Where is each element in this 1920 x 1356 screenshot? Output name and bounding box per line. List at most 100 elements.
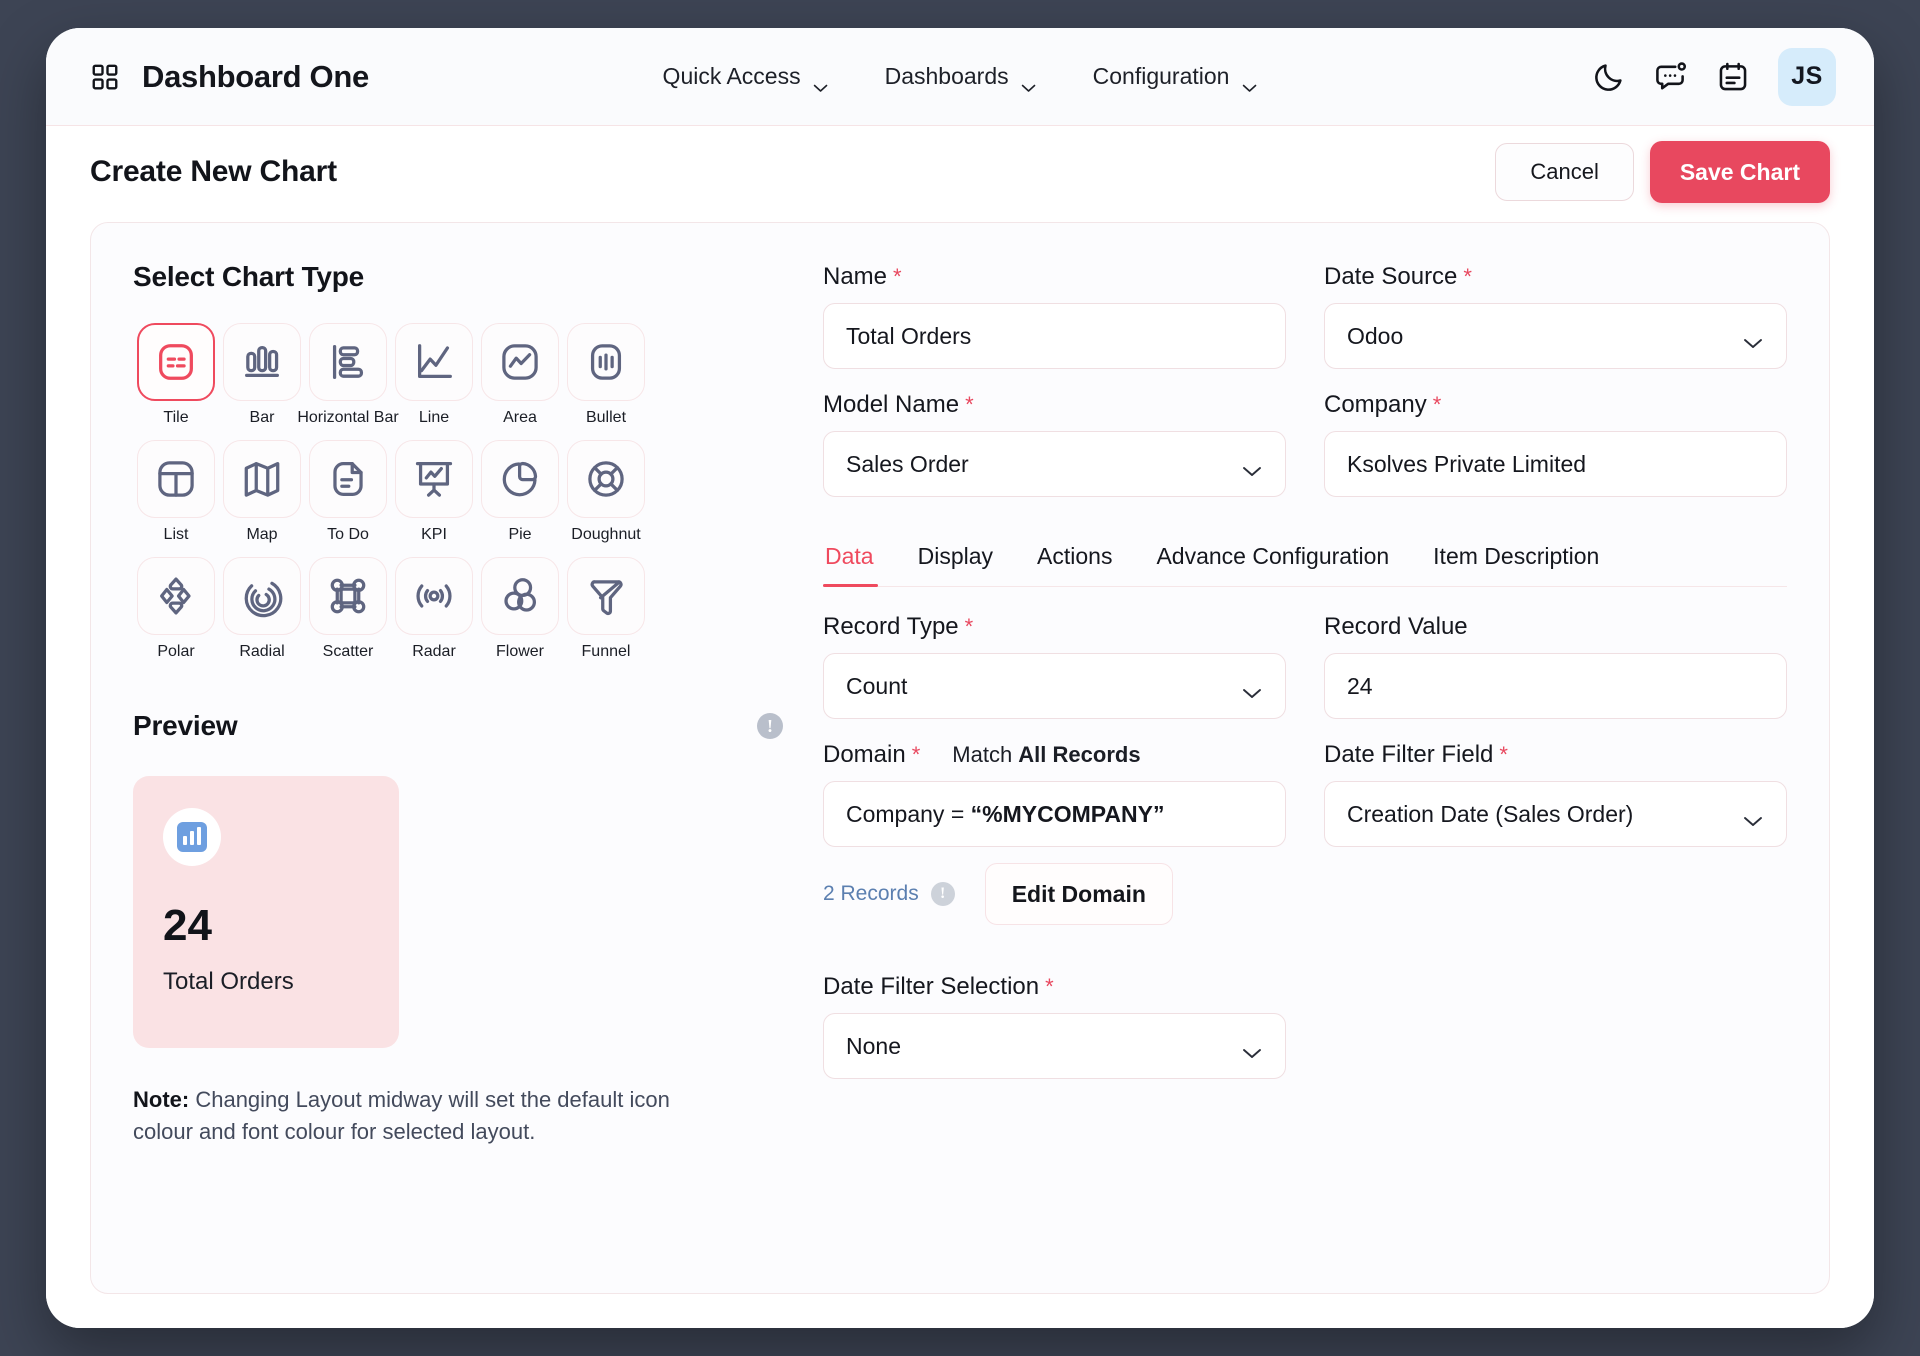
chevron-down-icon <box>1241 679 1263 693</box>
required-marker: * <box>912 742 921 768</box>
date-filter-field-select[interactable]: Creation Date (Sales Order) <box>1324 781 1787 847</box>
page-header: Create New Chart Cancel Save Chart <box>46 126 1874 218</box>
chart-type-label: Polar <box>157 644 194 660</box>
domain-value: Company = “%MYCOMPANY” <box>846 801 1263 828</box>
records-count-link[interactable]: 2 Records <box>823 882 919 906</box>
note-text: Changing Layout midway will set the defa… <box>133 1087 670 1144</box>
config-tabs: Data Display Actions Advance Configurati… <box>823 533 1787 587</box>
chart-type-doughnut[interactable]: Doughnut <box>563 440 649 543</box>
field-record-value-label: Record Value <box>1324 613 1787 641</box>
label-text: Date Filter Field <box>1324 741 1493 769</box>
menu-quick-access-label: Quick Access <box>663 63 801 90</box>
chart-type-area[interactable]: Area <box>477 323 563 426</box>
chart-type-list[interactable]: List <box>133 440 219 543</box>
field-name: Name * Total Orders <box>823 263 1286 369</box>
field-domain-label: Domain * Match All Records <box>823 741 1286 769</box>
menu-quick-access[interactable]: Quick Access <box>663 63 829 90</box>
radar-chart-icon <box>411 573 457 619</box>
model-name-select[interactable]: Sales Order <box>823 431 1286 497</box>
preview-value: 24 <box>163 904 369 948</box>
list-layout-icon-box <box>137 440 215 518</box>
record-type-select[interactable]: Count <box>823 653 1286 719</box>
chart-type-flower[interactable]: Flower <box>477 557 563 660</box>
save-chart-button[interactable]: Save Chart <box>1650 141 1830 203</box>
form-row-1: Name * Total Orders Date Source * Odoo <box>823 263 1787 391</box>
preview-icon-circle <box>163 808 221 866</box>
chart-type-bullet[interactable]: Bullet <box>563 323 649 426</box>
chart-type-horizontal-bar[interactable]: Horizontal Bar <box>305 323 391 426</box>
grid-apps-icon[interactable] <box>90 62 120 92</box>
chart-type-label: Pie <box>508 527 531 543</box>
preview-label: Total Orders <box>163 968 369 996</box>
menu-dashboards[interactable]: Dashboards <box>885 63 1037 90</box>
chart-type-kpi[interactable]: KPI <box>391 440 477 543</box>
name-input[interactable]: Total Orders <box>823 303 1286 369</box>
domain-footer: 2 Records ! Edit Domain <box>823 863 1286 925</box>
polar-chart-icon <box>153 573 199 619</box>
edit-domain-button[interactable]: Edit Domain <box>985 863 1173 925</box>
calendar-note-icon[interactable] <box>1716 60 1750 94</box>
doughnut-chart-icon <box>583 456 629 502</box>
label-text: Date Source <box>1324 263 1457 291</box>
label-text: Company <box>1324 391 1427 419</box>
chart-type-tile[interactable]: Tile <box>133 323 219 426</box>
chart-type-label: To Do <box>327 527 369 543</box>
info-icon[interactable]: ! <box>931 882 955 906</box>
company-value: Ksolves Private Limited <box>1347 451 1764 478</box>
top-navigation-bar: Dashboard One Quick Access Dashboards Co… <box>46 28 1874 126</box>
date-source-value: Odoo <box>1347 323 1732 350</box>
preview-header: Preview ! <box>133 710 783 742</box>
left-panel: Select Chart Type Tile <box>133 261 783 1293</box>
company-input[interactable]: Ksolves Private Limited <box>1324 431 1787 497</box>
field-company: Company * Ksolves Private Limited <box>1324 391 1787 497</box>
form-row-3: Record Type * Count Record Value <box>823 613 1787 741</box>
tile-icon <box>153 339 199 385</box>
tab-item-description[interactable]: Item Description <box>1411 533 1621 586</box>
field-domain: Domain * Match All Records Company = “%M… <box>823 741 1286 951</box>
bar-chart-icon-box <box>223 323 301 401</box>
chart-type-scatter[interactable]: Scatter <box>305 557 391 660</box>
main-menu: Quick Access Dashboards Configuration <box>663 63 1258 90</box>
chart-type-pie[interactable]: Pie <box>477 440 563 543</box>
radar-chart-icon-box <box>395 557 473 635</box>
brand[interactable]: Dashboard One <box>90 59 369 95</box>
chart-type-polar[interactable]: Polar <box>133 557 219 660</box>
chart-type-label: Radar <box>412 644 456 660</box>
scatter-chart-icon-box <box>309 557 387 635</box>
chart-type-todo[interactable]: To Do <box>305 440 391 543</box>
domain-input[interactable]: Company = “%MYCOMPANY” <box>823 781 1286 847</box>
chart-type-label: Line <box>419 410 449 426</box>
info-icon[interactable]: ! <box>757 713 783 739</box>
tab-display[interactable]: Display <box>896 533 1015 586</box>
menu-configuration[interactable]: Configuration <box>1093 63 1258 90</box>
chevron-down-icon <box>1021 72 1037 82</box>
avatar[interactable]: JS <box>1778 48 1836 106</box>
date-source-select[interactable]: Odoo <box>1324 303 1787 369</box>
chart-type-radar[interactable]: Radar <box>391 557 477 660</box>
label-text: Name <box>823 263 887 291</box>
chat-bubble-dots-icon[interactable] <box>1654 60 1688 94</box>
chart-type-radial[interactable]: Radial <box>219 557 305 660</box>
chart-type-label: Doughnut <box>571 527 640 543</box>
chart-type-line[interactable]: Line <box>391 323 477 426</box>
date-filter-selection-select[interactable]: None <box>823 1013 1286 1079</box>
doughnut-chart-icon-box <box>567 440 645 518</box>
chart-type-label: Map <box>246 527 277 543</box>
chart-type-bar[interactable]: Bar <box>219 323 305 426</box>
tab-data[interactable]: Data <box>823 533 896 586</box>
required-marker: * <box>965 392 974 418</box>
pie-chart-icon <box>497 456 543 502</box>
label-text: Date Filter Selection <box>823 973 1039 1001</box>
tab-actions[interactable]: Actions <box>1015 533 1134 586</box>
cancel-button[interactable]: Cancel <box>1495 143 1633 201</box>
radial-chart-icon <box>239 573 285 619</box>
label-text: Record Value <box>1324 613 1468 641</box>
chart-type-map[interactable]: Map <box>219 440 305 543</box>
required-marker: * <box>1499 742 1508 768</box>
chart-type-label: Radial <box>239 644 284 660</box>
chart-type-funnel[interactable]: Funnel <box>563 557 649 660</box>
record-value-input[interactable]: 24 <box>1324 653 1787 719</box>
tab-advance-configuration[interactable]: Advance Configuration <box>1134 533 1411 586</box>
moon-icon[interactable] <box>1592 60 1626 94</box>
app-title: Dashboard One <box>142 59 369 95</box>
